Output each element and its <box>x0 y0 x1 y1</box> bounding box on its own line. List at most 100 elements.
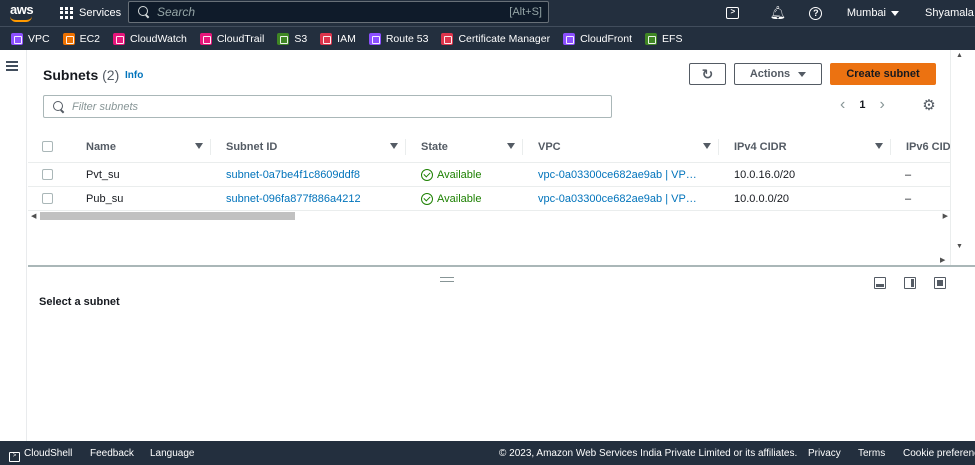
help-icon: ? <box>809 6 823 20</box>
help-button[interactable]: ? <box>809 6 823 20</box>
favorite-efs[interactable]: EFS <box>645 32 682 45</box>
next-page-icon[interactable]: › <box>879 97 884 113</box>
gear-icon[interactable]: ⚙︎ <box>922 98 936 113</box>
iam-icon <box>320 32 333 45</box>
scroll-up-icon[interactable]: ▲ <box>956 52 963 59</box>
column-header-ipv6-cidr[interactable]: IPv6 CIDR <box>891 131 950 163</box>
favorite-cloudwatch[interactable]: CloudWatch <box>113 32 187 45</box>
refresh-button[interactable]: ↻ <box>689 63 726 85</box>
cell-name: Pvt_su <box>86 168 120 181</box>
select-all-checkbox[interactable] <box>42 141 53 152</box>
current-page[interactable]: 1 <box>859 99 865 111</box>
favorite-label: IAM <box>337 32 356 45</box>
footer-privacy[interactable]: Privacy <box>808 448 841 459</box>
account-menu[interactable]: Shyamala <box>925 7 975 19</box>
row-checkbox[interactable] <box>42 193 53 204</box>
horizontal-scrollbar[interactable]: ◀ ▶ <box>28 211 950 221</box>
favorite-route53[interactable]: Route 53 <box>368 32 428 45</box>
table-row[interactable]: Pvt_su subnet-0a7be4f1c8609ddf8 Availabl… <box>28 163 950 187</box>
favorite-cloudfront[interactable]: CloudFront <box>563 32 632 45</box>
favorite-ec2[interactable]: EC2 <box>62 32 100 45</box>
page-title: Subnets (2) <box>43 67 119 83</box>
aws-smile-icon <box>10 16 32 22</box>
cloudtrail-icon <box>199 32 212 45</box>
split-panel-title: Select a subnet <box>39 296 120 308</box>
services-menu-button[interactable]: Services <box>44 0 129 26</box>
s3-icon <box>277 32 290 45</box>
filter-subnets-input[interactable] <box>72 100 611 113</box>
row-checkbox[interactable] <box>42 169 53 180</box>
favorite-s3[interactable]: S3 <box>277 32 307 45</box>
favorite-iam[interactable]: IAM <box>320 32 356 45</box>
check-circle-icon <box>421 192 433 205</box>
aws-logo[interactable]: aws <box>0 0 44 26</box>
cloudshell-button[interactable]: > <box>726 6 740 20</box>
favorite-vpc[interactable]: VPC <box>11 32 50 45</box>
footer-language[interactable]: Language <box>150 448 195 459</box>
column-label: Subnet ID <box>226 141 278 153</box>
state-label: Available <box>437 192 482 205</box>
scrollbar-thumb[interactable] <box>40 212 295 220</box>
cell-subnet-id-link[interactable]: subnet-0a7be4f1c8609ddf8 <box>226 163 401 186</box>
create-subnet-button[interactable]: Create subnet <box>830 63 936 85</box>
filter-subnets[interactable] <box>43 95 612 118</box>
actions-label: Actions <box>749 68 791 80</box>
cell-subnet-id-link[interactable]: subnet-096fa877f886a4212 <box>226 187 401 210</box>
efs-icon <box>645 32 658 45</box>
footer: > CloudShell Feedback Language © 2023, Am… <box>0 441 975 465</box>
favorite-certificate-manager[interactable]: Certificate Manager <box>441 32 551 45</box>
status-available: Available <box>421 192 482 205</box>
cell-vpc-link[interactable]: vpc-0a03300ce682ae9ab | VP… <box>538 163 708 186</box>
footer-feedback[interactable]: Feedback <box>90 448 134 459</box>
footer-cookie-preferences[interactable]: Cookie preferences <box>903 448 975 459</box>
services-grid-icon <box>60 6 73 20</box>
column-header-state[interactable]: State <box>406 131 523 163</box>
global-search-input[interactable] <box>157 5 510 19</box>
certificate-manager-icon <box>441 32 454 45</box>
sort-icon <box>703 143 711 149</box>
scroll-right-icon[interactable]: ▶ <box>940 256 945 264</box>
select-all-cell <box>42 131 62 163</box>
cloudshell-icon: > <box>726 7 740 19</box>
scroll-left-icon[interactable]: ◀ <box>31 212 36 220</box>
scroll-right-icon[interactable]: ▶ <box>943 212 948 220</box>
status-available: Available <box>421 168 481 181</box>
previous-page-icon[interactable]: ‹ <box>840 97 845 113</box>
resize-handle-icon[interactable] <box>440 277 454 282</box>
panel-side-icon[interactable] <box>904 277 916 289</box>
aws-logo-text: aws <box>10 2 34 17</box>
topnav-right: > 🔔︎ ? Mumbai Shyamala <box>726 0 975 26</box>
favorite-label: Certificate Manager <box>458 32 551 45</box>
search-shortcut-hint: [Alt+S] <box>509 6 542 18</box>
column-header-subnet-id[interactable]: Subnet ID <box>211 131 406 163</box>
global-search[interactable]: [Alt+S] <box>128 1 549 23</box>
side-navigation-rail <box>0 50 27 441</box>
cell-vpc-link[interactable]: vpc-0a03300ce682ae9ab | VP… <box>538 187 708 210</box>
chevron-down-icon <box>798 71 807 77</box>
check-circle-icon <box>421 168 433 181</box>
panel-bottom-icon[interactable] <box>874 277 886 289</box>
footer-cloudshell[interactable]: > CloudShell <box>9 448 72 462</box>
cell-ipv4-cidr: 10.0.0.0/20 <box>734 192 790 205</box>
region-selector[interactable]: Mumbai <box>847 7 899 19</box>
scroll-down-icon[interactable]: ▼ <box>956 243 963 250</box>
column-label: State <box>421 141 448 153</box>
footer-cloudshell-label: CloudShell <box>24 448 73 459</box>
column-header-vpc[interactable]: VPC <box>523 131 719 163</box>
title-text: Subnets <box>43 67 99 83</box>
table-header: Name Subnet ID State VPC IPv4 CIDR IPv6 … <box>28 131 950 163</box>
favorite-cloudtrail[interactable]: CloudTrail <box>199 32 264 45</box>
column-header-name[interactable]: Name <box>72 131 211 163</box>
column-header-ipv4-cidr[interactable]: IPv4 CIDR <box>719 131 891 163</box>
bell-icon[interactable]: 🔔︎ <box>770 5 787 20</box>
search-icon <box>53 100 65 113</box>
info-link[interactable]: Info <box>125 70 143 81</box>
region-label: Mumbai <box>846 7 886 19</box>
panel-maximize-icon[interactable] <box>934 277 946 289</box>
menu-icon[interactable] <box>6 61 18 71</box>
table-row[interactable]: Pub_su subnet-096fa877f886a4212 Availabl… <box>28 187 950 211</box>
vertical-scrollbar[interactable] <box>950 50 975 266</box>
actions-button[interactable]: Actions <box>734 63 822 85</box>
footer-terms[interactable]: Terms <box>858 448 885 459</box>
column-label: Name <box>86 141 116 153</box>
